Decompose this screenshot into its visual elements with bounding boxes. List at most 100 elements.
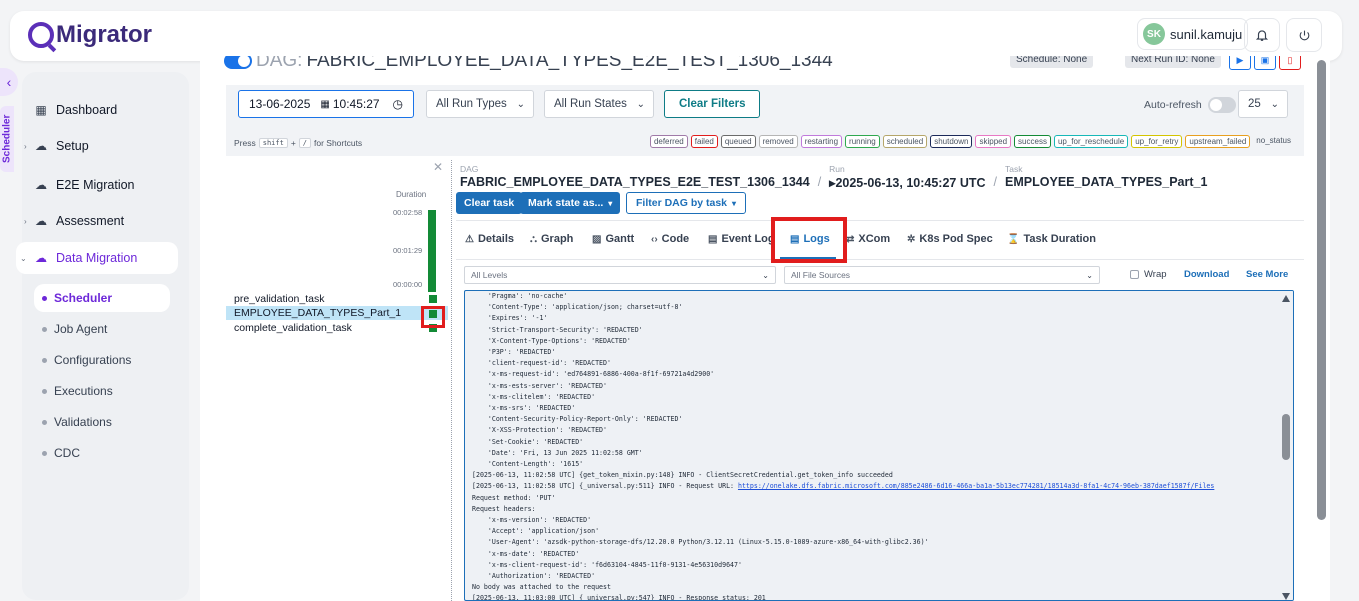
run-duration-bar[interactable]: [428, 210, 436, 292]
sidebar-subitem-label: Configurations: [54, 353, 132, 367]
expand-icon[interactable]: ✕: [433, 160, 443, 174]
state-chip[interactable]: success: [1014, 135, 1051, 148]
run-state-select[interactable]: All Run States ⌄: [544, 90, 654, 118]
app-logo[interactable]: Migrator: [28, 21, 152, 49]
sidebar-subitem-label: CDC: [54, 446, 80, 460]
filter-dag-button[interactable]: Filter DAG by task ▾: [626, 192, 747, 214]
task-row-selected[interactable]: EMPLOYEE_DATA_TYPES_Part_1: [226, 306, 448, 320]
sidebar-collapse-button[interactable]: ‹: [0, 68, 18, 96]
sidebar-item-dashboard[interactable]: ▦ Dashboard: [32, 95, 182, 125]
log-line: 'Authorization': 'REDACTED': [472, 572, 596, 581]
tab-event-log[interactable]: ▤ Event Log: [708, 233, 775, 245]
bullet-icon: [42, 295, 47, 301]
state-chip[interactable]: upstream_failed: [1185, 135, 1251, 148]
task-row[interactable]: complete_validation_task: [226, 321, 448, 335]
task-instance-cell[interactable]: [429, 295, 437, 303]
task-row[interactable]: pre_validation_task: [226, 292, 448, 306]
base-date-input[interactable]: 13-06-2025 ▦ 10:45:27 ◷: [238, 90, 414, 118]
page-size-select[interactable]: 25 ⌄: [1238, 90, 1288, 118]
log-content: 'Pragma': 'no-cache' 'Content-Type': 'ap…: [472, 291, 1278, 600]
dag-pause-toggle[interactable]: [224, 56, 252, 69]
chevron-down-icon: ⌄: [516, 98, 525, 110]
log-url-link[interactable]: https://onelake.dfs.fabric.microsoft.com…: [738, 482, 1214, 490]
log-filters: All Levels ⌄ All File Sources ⌄ Wrap Dow…: [464, 266, 1304, 286]
state-chip[interactable]: queued: [720, 135, 756, 148]
state-chip[interactable]: failed: [690, 135, 718, 148]
sidebar-item-assessment[interactable]: › ☁ Assessment: [24, 206, 182, 236]
chevron-down-icon: ⌄: [1270, 98, 1279, 110]
highlight-box: [421, 306, 445, 328]
hourglass-icon: ⌛: [1007, 233, 1020, 245]
log-line: 'client-request-id': 'REDACTED': [472, 359, 611, 368]
breadcrumb-task[interactable]: Task EMPLOYEE_DATA_TYPES_Part_1: [1005, 164, 1207, 190]
log-source-select[interactable]: All File Sources ⌄: [784, 266, 1100, 284]
scroll-down-icon[interactable]: [1282, 593, 1290, 600]
state-chip[interactable]: shutdown: [930, 135, 973, 148]
trigger-dag-button[interactable]: ▶: [1229, 56, 1251, 70]
clock-icon: ◷: [392, 97, 403, 111]
wrap-option[interactable]: Wrap: [1130, 269, 1167, 280]
state-chip[interactable]: running: [845, 135, 880, 148]
run-type-select[interactable]: All Run Types ⌄: [426, 90, 534, 118]
state-chip[interactable]: removed: [758, 135, 798, 148]
scroll-up-icon[interactable]: [1282, 295, 1290, 302]
sidebar-subitem-validations[interactable]: Validations: [34, 408, 170, 436]
scroll-thumb[interactable]: [1282, 414, 1290, 460]
grid-panel: ✕ Duration 00:02:58 00:01:29 00:00:00 pr…: [226, 160, 451, 601]
grid-icon: ▦: [35, 103, 47, 117]
log-line: 'Pragma': 'no-cache': [472, 292, 568, 300]
auto-refresh-toggle[interactable]: [1207, 97, 1236, 113]
see-more-button[interactable]: See More: [1246, 269, 1288, 280]
logout-button[interactable]: [1286, 18, 1322, 52]
panel-splitter[interactable]: [451, 160, 453, 601]
clear-filters-button[interactable]: Clear Filters: [664, 90, 761, 118]
sidebar-item-data-migration[interactable]: ⌄ ☁ Data Migration: [16, 242, 178, 274]
refresh-dag-button[interactable]: ▣: [1254, 56, 1276, 70]
sidebar-subitem-job-agent[interactable]: Job Agent: [34, 315, 170, 343]
sidebar-subitem-cdc[interactable]: CDC: [34, 439, 170, 467]
filter-bar: 13-06-2025 ▦ 10:45:27 ◷ All Run Types ⌄ …: [226, 85, 1304, 133]
sidebar-item-e2e-migration[interactable]: ☁ E2E Migration: [32, 170, 182, 200]
scheduler-vertical-tab[interactable]: Scheduler: [0, 106, 14, 172]
tab-task-duration[interactable]: ⌛ Task Duration: [1007, 233, 1096, 245]
tab-gantt[interactable]: ▨ Gantt: [592, 233, 634, 245]
tab-xcom[interactable]: ⇄ XCom: [846, 233, 890, 245]
log-line: 'X-XSS-Protection': 'REDACTED': [472, 426, 607, 435]
breadcrumb-run[interactable]: Run ▸2025-06-13, 10:45:27 UTC: [829, 164, 985, 190]
tab-label: Event Log: [721, 233, 775, 245]
state-chip[interactable]: no_status: [1253, 135, 1294, 148]
state-chip[interactable]: scheduled: [882, 135, 928, 148]
sidebar-subitem-scheduler[interactable]: Scheduler: [34, 284, 170, 312]
bullet-icon: [42, 357, 47, 363]
log-scrollbar[interactable]: [1279, 291, 1293, 600]
tab-label: K8s Pod Spec: [919, 233, 993, 245]
notifications-button[interactable]: [1244, 18, 1280, 52]
tab-k8s-pod-spec[interactable]: ✲ K8s Pod Spec: [907, 233, 993, 245]
sidebar-subitem-executions[interactable]: Executions: [34, 377, 170, 405]
sidebar: ▦ Dashboard › ☁ Setup ☁ E2E Migration › …: [16, 72, 189, 600]
log-level-select[interactable]: All Levels ⌄: [464, 266, 776, 284]
run-state-value: All Run States: [554, 98, 627, 110]
state-chip[interactable]: up_for_reschedule: [1053, 135, 1129, 148]
sidebar-item-setup[interactable]: › ☁ Setup: [24, 131, 182, 161]
breadcrumb-value: EMPLOYEE_DATA_TYPES_Part_1: [1005, 175, 1208, 189]
state-chip[interactable]: restarting: [800, 135, 843, 148]
user-menu[interactable]: SK sunil.kamuju: [1137, 18, 1248, 50]
tab-details[interactable]: ⚠ Details: [465, 233, 514, 245]
clear-task-button[interactable]: Clear task: [456, 192, 523, 214]
page-scrollbar[interactable]: [1317, 60, 1326, 520]
log-line: 'Content-Security-Policy-Report-Only': '…: [472, 415, 683, 424]
sidebar-subitem-configurations[interactable]: Configurations: [34, 346, 170, 374]
wrap-checkbox[interactable]: [1130, 270, 1139, 279]
download-button[interactable]: Download: [1184, 269, 1229, 280]
tab-code[interactable]: ‹› Code: [651, 233, 689, 245]
state-chip[interactable]: up_for_retry: [1131, 135, 1183, 148]
mark-state-button[interactable]: Mark state as... ▾: [520, 192, 621, 214]
breadcrumb-dag[interactable]: DAG FABRIC_EMPLOYEE_DATA_TYPES_E2E_TEST_1…: [460, 164, 810, 190]
tab-graph[interactable]: ⛬ Graph: [530, 233, 573, 245]
state-chip[interactable]: skipped: [975, 135, 1012, 148]
state-chip[interactable]: deferred: [649, 135, 688, 148]
log-viewer[interactable]: 'Pragma': 'no-cache' 'Content-Type': 'ap…: [464, 290, 1294, 601]
delete-dag-button[interactable]: ▯: [1279, 56, 1301, 70]
breadcrumb-value: ▸2025-06-13, 10:45:27 UTC: [829, 176, 986, 190]
